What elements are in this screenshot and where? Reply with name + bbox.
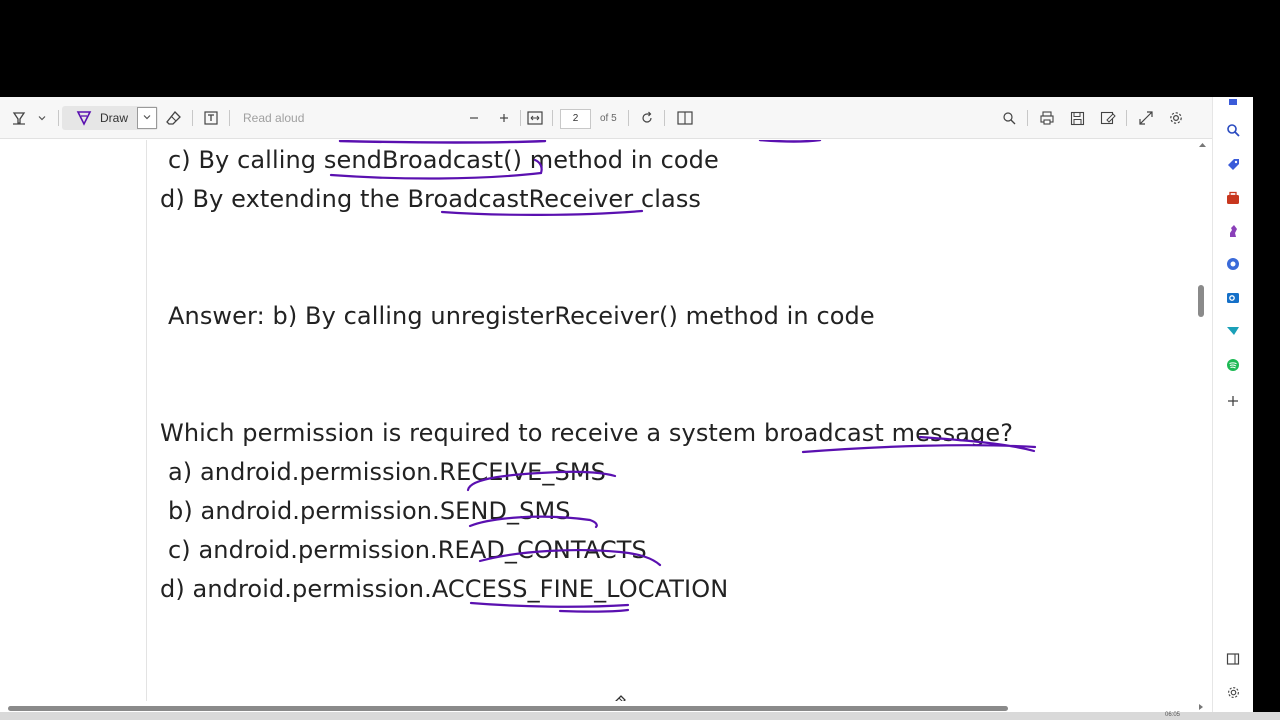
chess-icon[interactable] bbox=[1222, 220, 1244, 242]
toolbar-divider bbox=[192, 110, 193, 126]
option-c-read-contacts: c) android.permission.READ_CONTACTS bbox=[168, 536, 647, 564]
pdf-viewer-window: Draw Read aloud 2 of 5 c) By calling sen… bbox=[0, 97, 1253, 720]
fit-width-icon[interactable] bbox=[524, 106, 546, 130]
draw-pen-icon bbox=[76, 110, 92, 126]
toolbar-divider bbox=[552, 110, 553, 126]
toolbox-icon[interactable] bbox=[1222, 187, 1244, 209]
toolbar-divider bbox=[520, 110, 521, 126]
collections-icon[interactable] bbox=[1222, 153, 1244, 175]
draw-options-dropdown[interactable] bbox=[137, 107, 157, 129]
highlight-icon[interactable] bbox=[8, 106, 30, 130]
vertical-scroll-thumb[interactable] bbox=[1198, 285, 1204, 317]
add-icon[interactable] bbox=[1222, 390, 1244, 412]
eraser-icon[interactable] bbox=[163, 106, 185, 130]
search-icon[interactable] bbox=[1222, 119, 1244, 141]
search-icon[interactable] bbox=[998, 106, 1020, 130]
rotate-icon[interactable] bbox=[637, 106, 657, 130]
text-box-icon[interactable] bbox=[200, 106, 222, 130]
read-aloud-button[interactable]: Read aloud bbox=[243, 106, 304, 130]
browser-sidebar bbox=[1212, 97, 1253, 720]
taskbar: 06:05 bbox=[0, 712, 1280, 720]
answer-line: Answer: b) By calling unregisterReceiver… bbox=[168, 302, 875, 330]
toolbar-divider bbox=[664, 110, 665, 126]
save-icon[interactable] bbox=[1066, 106, 1088, 130]
zoom-out-icon[interactable] bbox=[464, 106, 484, 130]
document-view[interactable]: c) By calling sendBroadcast() method in … bbox=[0, 140, 1193, 706]
option-d-extending: d) By extending the BroadcastReceiver cl… bbox=[160, 185, 702, 213]
option-a-receive-sms: a) android.permission.RECEIVE_SMS bbox=[168, 458, 606, 486]
save-as-icon[interactable] bbox=[1097, 106, 1119, 130]
spotify-icon[interactable] bbox=[1222, 354, 1244, 376]
option-b-send-sms: b) android.permission.SEND_SMS bbox=[168, 497, 571, 525]
panel-icon[interactable] bbox=[1222, 648, 1244, 670]
settings-icon[interactable] bbox=[1222, 681, 1244, 703]
option-d-access-fine-location: d) android.permission.ACCESS_FINE_LOCATI… bbox=[160, 575, 729, 603]
page-view-icon[interactable] bbox=[674, 106, 696, 130]
draw-button-label: Draw bbox=[100, 111, 129, 125]
settings-icon[interactable] bbox=[1165, 106, 1187, 130]
chevron-down-icon bbox=[142, 109, 152, 127]
outlook-icon[interactable] bbox=[1222, 287, 1244, 309]
horizontal-scroll-thumb[interactable] bbox=[8, 706, 1008, 711]
copilot-icon[interactable] bbox=[1222, 253, 1244, 275]
page-number-input[interactable]: 2 bbox=[560, 109, 591, 129]
pdf-toolbar: Draw Read aloud 2 of 5 bbox=[0, 97, 1212, 139]
toolbar-divider bbox=[58, 110, 59, 126]
bell-icon[interactable] bbox=[1222, 91, 1244, 113]
zoom-in-icon[interactable] bbox=[494, 106, 514, 130]
print-icon[interactable] bbox=[1036, 106, 1058, 130]
toolbar-divider bbox=[229, 110, 230, 126]
taskbar-clock: 06:05 bbox=[1165, 712, 1181, 718]
question-line: Which permission is required to receive … bbox=[160, 419, 1014, 447]
toolbar-divider bbox=[1027, 110, 1028, 126]
app-screen: Draw Read aloud 2 of 5 c) By calling sen… bbox=[0, 0, 1280, 720]
vertical-scrollbar[interactable] bbox=[1193, 140, 1212, 706]
toolbar-divider bbox=[628, 110, 629, 126]
highlight-chevron-down-icon[interactable] bbox=[34, 106, 50, 130]
page-gutter bbox=[0, 140, 146, 706]
page-count: of 5 bbox=[600, 112, 617, 124]
option-c-sendbroadcast: c) By calling sendBroadcast() method in … bbox=[168, 146, 719, 174]
fullscreen-icon[interactable] bbox=[1135, 106, 1157, 130]
feedback-icon[interactable] bbox=[1222, 320, 1244, 342]
toolbar-divider bbox=[1126, 110, 1127, 126]
